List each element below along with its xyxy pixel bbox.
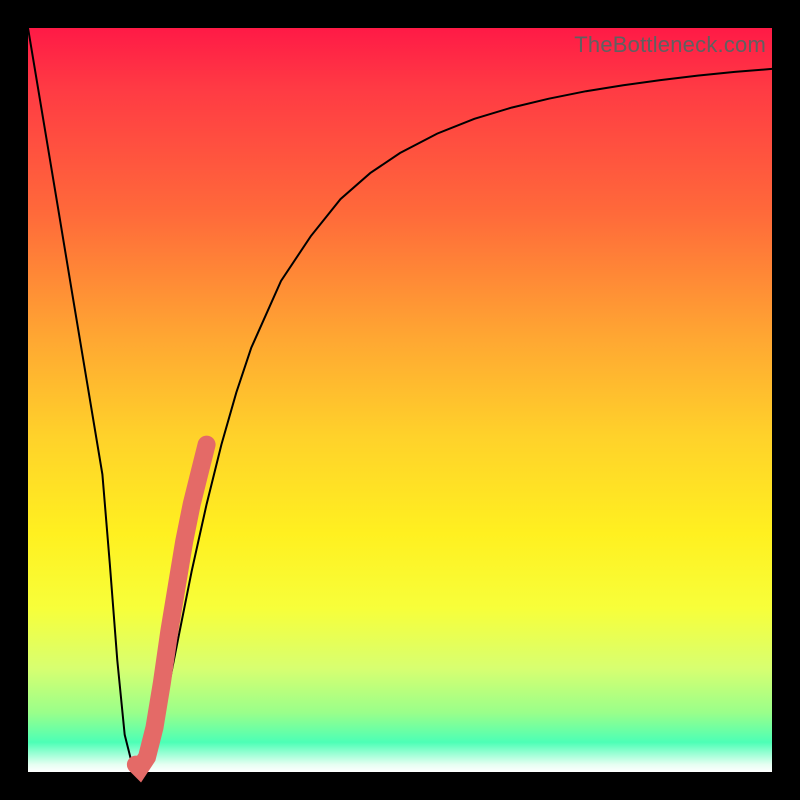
chart-svg [28, 28, 772, 772]
highlight-segment [136, 445, 207, 769]
plot-area: TheBottleneck.com [28, 28, 772, 772]
chart-frame: TheBottleneck.com [0, 0, 800, 800]
bottleneck-curve [28, 28, 772, 770]
